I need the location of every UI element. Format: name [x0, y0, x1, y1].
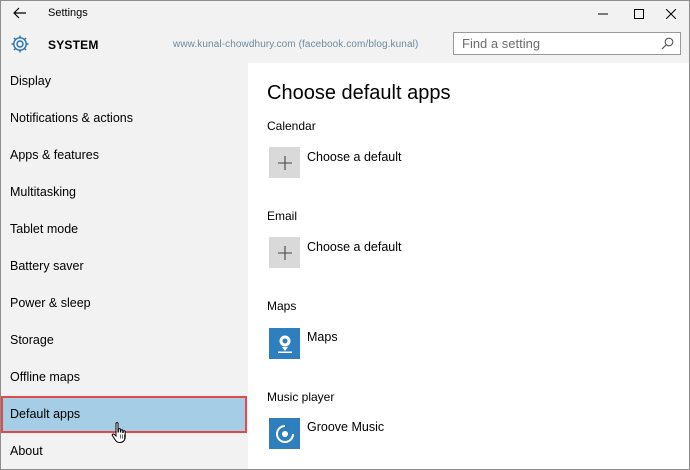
calendar-label: Calendar — [267, 119, 316, 133]
sidebar-item-display[interactable]: Display — [1, 63, 248, 100]
groove-music-icon — [275, 424, 294, 443]
search-icon[interactable] — [661, 37, 674, 50]
title-bar: Settings — [1, 1, 689, 26]
sidebar-item-apps-features[interactable]: Apps & features — [1, 137, 248, 174]
minimize-button[interactable] — [583, 1, 623, 26]
sidebar-item-offline-maps[interactable]: Offline maps — [1, 359, 248, 396]
calendar-app-tile[interactable] — [269, 147, 300, 178]
maps-icon — [277, 335, 292, 353]
sidebar-item-tablet-mode[interactable]: Tablet mode — [1, 211, 248, 248]
settings-window: Settings SYSTEM www.kunal-chowdhury.com … — [0, 0, 690, 470]
watermark-text: www.kunal-chowdhury.com (facebook.com/bl… — [173, 39, 419, 50]
sidebar-item-multitasking[interactable]: Multitasking — [1, 174, 248, 211]
close-button[interactable] — [651, 1, 689, 26]
maps-label: Maps — [267, 299, 297, 313]
back-button[interactable] — [9, 4, 31, 22]
maps-app-name[interactable]: Maps — [307, 330, 338, 344]
window-title: Settings — [48, 7, 88, 19]
gear-icon — [11, 35, 29, 53]
music-player-label: Music player — [267, 390, 335, 404]
plus-icon — [277, 155, 292, 170]
sidebar-item-power-sleep[interactable]: Power & sleep — [1, 285, 248, 322]
page-title: Choose default apps — [267, 82, 451, 104]
sidebar-nav: Display Notifications & actions Apps & f… — [1, 63, 248, 469]
email-app-name[interactable]: Choose a default — [307, 240, 402, 254]
music-player-app-tile[interactable] — [269, 418, 300, 449]
sidebar-item-notifications[interactable]: Notifications & actions — [1, 100, 248, 137]
section-title: SYSTEM — [48, 38, 99, 52]
back-arrow-icon — [13, 7, 26, 19]
email-label: Email — [267, 209, 298, 223]
hand-cursor-icon — [111, 422, 126, 443]
close-icon — [666, 8, 676, 19]
maps-app-tile[interactable] — [269, 328, 300, 359]
plus-icon — [277, 245, 292, 260]
search-box[interactable] — [453, 32, 681, 55]
maximize-icon — [634, 8, 644, 19]
sidebar-item-storage[interactable]: Storage — [1, 322, 248, 359]
settings-header: SYSTEM www.kunal-chowdhury.com (facebook… — [1, 26, 689, 63]
minimize-icon — [598, 13, 608, 14]
music-player-app-name[interactable]: Groove Music — [307, 420, 384, 434]
email-app-tile[interactable] — [269, 237, 300, 268]
calendar-app-name[interactable]: Choose a default — [307, 150, 402, 164]
main-content: Choose default apps Calendar Choose a de… — [248, 63, 689, 469]
search-input[interactable] — [454, 33, 662, 54]
sidebar-item-battery-saver[interactable]: Battery saver — [1, 248, 248, 285]
